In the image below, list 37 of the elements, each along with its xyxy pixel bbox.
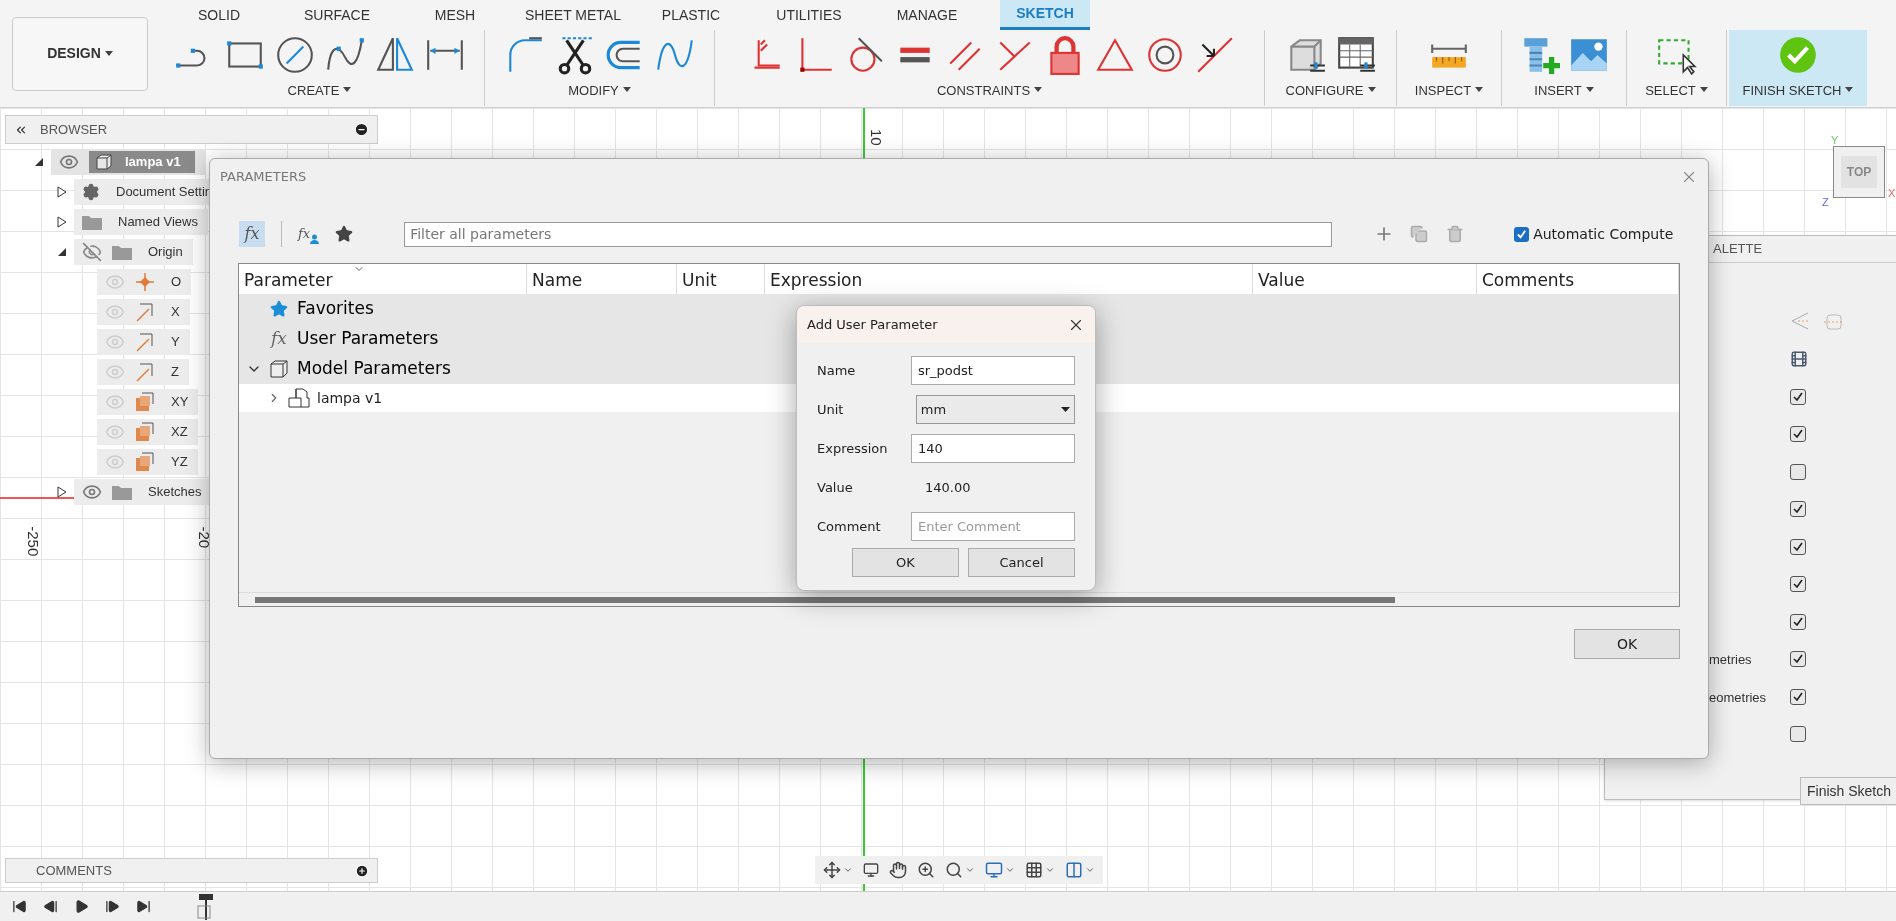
panel-title: BROWSER [40, 120, 109, 139]
axis-label: -20 [195, 526, 215, 549]
function-symbol: fx [271, 327, 287, 351]
axis-label: -250 [24, 526, 44, 557]
node-label: YZ [170, 453, 188, 472]
field-label: Value [817, 478, 854, 497]
parameter-group-label: Favorites [296, 297, 374, 321]
node-label: X [170, 303, 180, 322]
field-label: Comment [817, 517, 882, 536]
node-label: Sketches [147, 483, 202, 502]
parameter-group-label: User Parameters [296, 327, 439, 351]
node-label: Y [170, 333, 180, 352]
axis-label: Z [1822, 195, 1829, 210]
panel-title: ALETTE [1713, 240, 1763, 259]
node-label: XY [170, 393, 189, 412]
node-label: O [170, 273, 182, 292]
node-label: Origin [147, 243, 183, 262]
axis-label: X [1888, 186, 1896, 201]
dialog-title: PARAMETERS [220, 168, 307, 187]
field-label: Unit [817, 400, 845, 419]
dialog-title: Add User Parameter [807, 315, 938, 334]
parameter-group-label: lampa v1 [316, 388, 383, 408]
value-readout: 140.00 [924, 478, 971, 497]
option-label: eometries [1709, 689, 1767, 705]
checkbox-label: Automatic Compute [1533, 224, 1674, 244]
node-label: Z [170, 363, 179, 382]
field-label: Name [817, 361, 857, 380]
axis-label: Y [1831, 133, 1839, 148]
option-label: metries [1709, 652, 1752, 668]
field-label: Expression [817, 439, 889, 458]
axis-label: 10 [866, 128, 886, 146]
parameter-group-label: Model Parameters [296, 357, 451, 381]
cube-face-label: TOP [1846, 164, 1872, 181]
panel-title: COMMENTS [36, 861, 112, 880]
node-label: lampa v1 [125, 153, 182, 172]
node-label: XZ [170, 423, 188, 442]
node-label: Named Views [117, 213, 198, 232]
